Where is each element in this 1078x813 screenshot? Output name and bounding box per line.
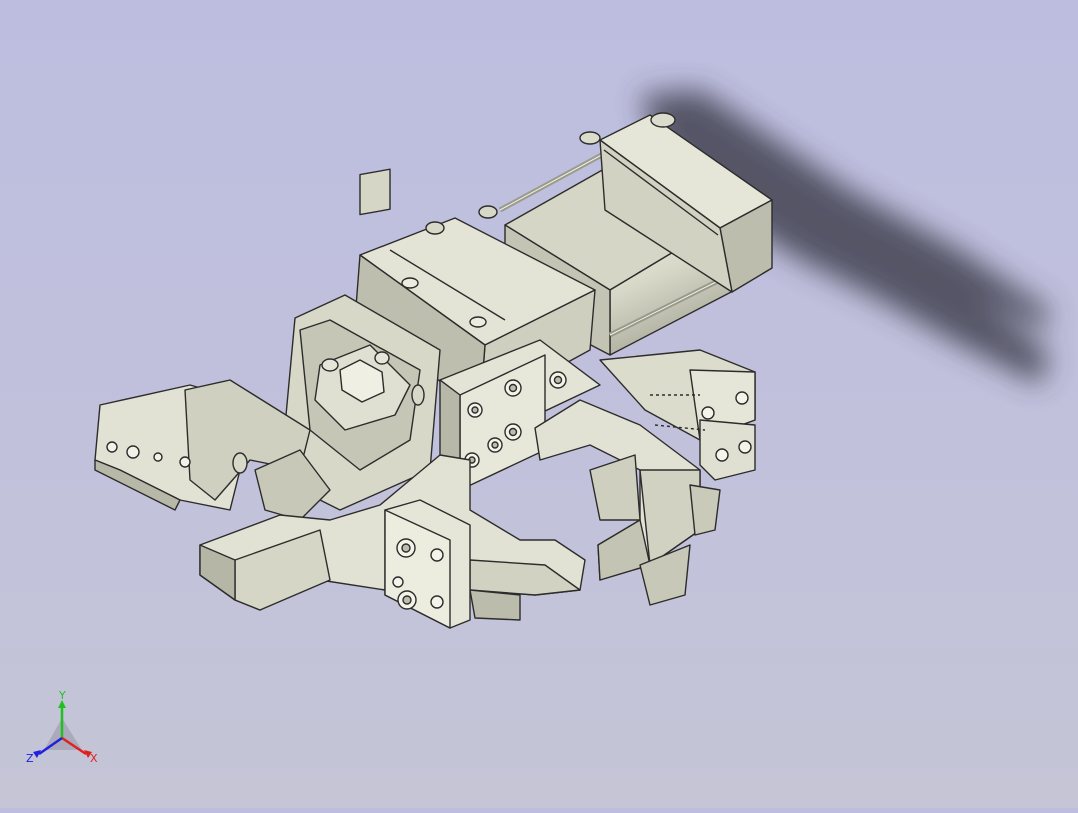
coordinate-triad[interactable]: Y X Z (22, 689, 112, 770)
y-label: Y (58, 690, 66, 702)
z-label: Z (26, 752, 34, 765)
3d-viewport[interactable] (0, 0, 1078, 808)
x-label: X (90, 752, 98, 765)
gripper-model[interactable] (94, 112, 773, 629)
front-bolt-plate[interactable] (384, 499, 471, 629)
